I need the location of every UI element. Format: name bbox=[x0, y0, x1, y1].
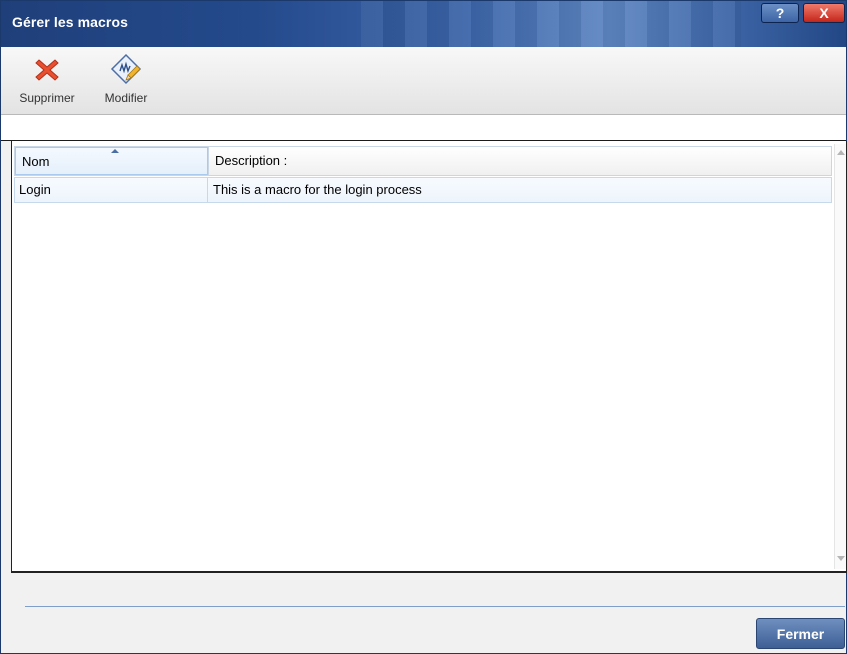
help-button[interactable]: ? bbox=[761, 3, 799, 23]
close-window-button[interactable]: X bbox=[803, 3, 845, 23]
edit-macro-icon bbox=[110, 53, 142, 85]
close-dialog-button[interactable]: Fermer bbox=[756, 618, 845, 649]
scroll-up-icon[interactable] bbox=[837, 150, 845, 155]
column-header-name-label: Nom bbox=[22, 154, 50, 169]
delete-button[interactable]: Supprimer bbox=[8, 53, 86, 105]
dialog-title: Gérer les macros bbox=[12, 14, 129, 30]
sort-ascending-icon bbox=[111, 149, 119, 153]
toolbar-separator bbox=[1, 115, 846, 141]
footer-divider bbox=[25, 606, 845, 607]
help-icon: ? bbox=[775, 5, 785, 21]
cell-name: Login bbox=[15, 178, 208, 202]
column-header-name[interactable]: Nom bbox=[15, 147, 208, 175]
delete-icon bbox=[35, 59, 59, 81]
column-header-description-label: Description : bbox=[215, 153, 288, 168]
manage-macros-dialog: Gérer les macros ? X Supprimer Modifier bbox=[0, 0, 847, 654]
cell-description: This is a macro for the login process bbox=[213, 182, 422, 197]
table-header: Nom Description : bbox=[14, 146, 832, 176]
edit-button[interactable]: Modifier bbox=[95, 53, 157, 105]
scroll-down-icon[interactable] bbox=[837, 556, 845, 561]
vertical-scrollbar[interactable] bbox=[834, 144, 846, 569]
delete-button-label: Supprimer bbox=[19, 91, 75, 105]
title-bar[interactable]: Gérer les macros ? X bbox=[1, 1, 846, 47]
title-bar-decoration bbox=[361, 1, 741, 47]
toolbar: Supprimer Modifier bbox=[1, 47, 846, 115]
edit-button-label: Modifier bbox=[104, 91, 148, 105]
close-icon: X bbox=[819, 5, 829, 21]
column-header-description[interactable]: Description : bbox=[208, 147, 831, 175]
table-row[interactable]: Login This is a macro for the login proc… bbox=[14, 177, 832, 203]
close-dialog-button-label: Fermer bbox=[776, 625, 825, 642]
macros-table[interactable]: Nom Description : Login This is a macro … bbox=[11, 141, 847, 573]
